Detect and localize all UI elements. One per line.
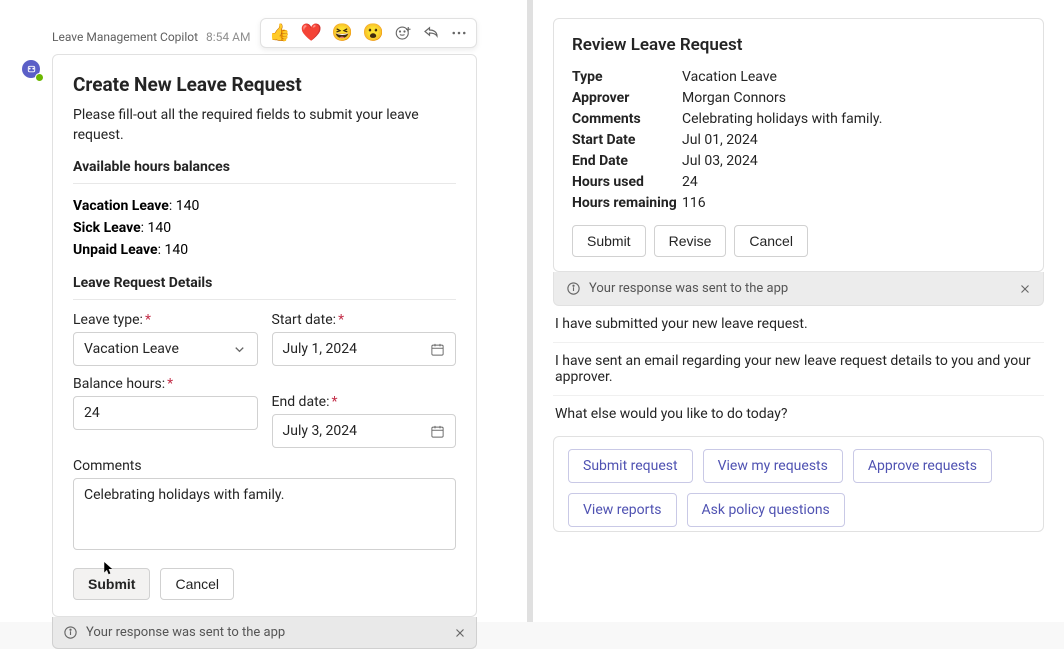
end-label: End Date xyxy=(572,153,682,169)
calendar-icon xyxy=(430,342,445,357)
info-icon xyxy=(566,281,581,296)
balance-hours-label: Balance hours:* xyxy=(73,376,258,392)
balances-list: Vacation Leave: 140 Sick Leave: 140 Unpa… xyxy=(73,196,456,261)
sender-name: Leave Management Copilot xyxy=(52,30,198,44)
review-status-bar: Your response was sent to the app xyxy=(553,272,1044,306)
end-value: Jul 03, 2024 xyxy=(682,153,1025,169)
approver-label: Approver xyxy=(572,90,682,106)
type-value: Vacation Leave xyxy=(682,69,1025,85)
comments-value-r: Celebrating holidays with family. xyxy=(682,111,1025,127)
heart-icon[interactable]: ❤️ xyxy=(300,23,321,43)
comments-label-r: Comments xyxy=(572,111,682,127)
chevron-down-icon xyxy=(232,342,247,357)
add-reaction-icon[interactable] xyxy=(394,24,412,42)
status-bar: Your response was sent to the app xyxy=(52,617,477,649)
used-value: 24 xyxy=(682,174,1025,190)
start-value: Jul 01, 2024 xyxy=(682,132,1025,148)
close-icon[interactable] xyxy=(1019,283,1031,295)
suggestion-submit-request[interactable]: Submit request xyxy=(568,449,693,483)
balances-header: Available hours balances xyxy=(73,159,456,175)
more-options-icon[interactable] xyxy=(450,24,468,42)
start-label: Start Date xyxy=(572,132,682,148)
bot-avatar xyxy=(22,60,40,78)
end-date-input[interactable]: July 3, 2024 xyxy=(272,414,457,448)
info-icon xyxy=(63,625,78,640)
status-text: Your response was sent to the app xyxy=(86,625,285,640)
review-leave-card: Review Leave Request Type Vacation Leave… xyxy=(553,18,1044,272)
cancel-button[interactable]: Cancel xyxy=(160,568,234,600)
card-title: Create New Leave Request xyxy=(73,73,456,96)
submit-button[interactable]: Submit xyxy=(73,568,150,600)
presence-indicator xyxy=(35,73,44,82)
review-submit-button[interactable]: Submit xyxy=(572,225,646,257)
suggestion-approve-requests[interactable]: Approve requests xyxy=(853,449,992,483)
chat-message: I have submitted your new leave request. xyxy=(553,306,1044,343)
end-date-label: End date:* xyxy=(272,394,457,410)
chat-message: I have sent an email regarding your new … xyxy=(553,343,1044,396)
close-icon[interactable] xyxy=(454,627,466,639)
start-date-label: Start date:* xyxy=(272,312,457,328)
remain-value: 116 xyxy=(682,195,1025,211)
leave-type-select[interactable]: Vacation Leave xyxy=(73,332,258,366)
review-revise-button[interactable]: Revise xyxy=(654,225,727,257)
create-leave-card: Create New Leave Request Please fill-out… xyxy=(52,54,477,617)
review-title: Review Leave Request xyxy=(572,35,1025,55)
reply-icon[interactable] xyxy=(422,24,440,42)
instruction-text: Please fill-out all the required fields … xyxy=(73,106,456,145)
remain-label: Hours remaining xyxy=(572,195,682,211)
surprised-icon[interactable]: 😮 xyxy=(363,23,384,43)
calendar-icon xyxy=(430,424,445,439)
suggestion-view-reports[interactable]: View reports xyxy=(568,493,677,527)
laugh-icon[interactable]: 😆 xyxy=(332,23,353,43)
details-header: Leave Request Details xyxy=(73,275,456,291)
thumbs-up-icon[interactable]: 👍 xyxy=(269,23,290,43)
comments-label: Comments xyxy=(73,458,456,474)
leave-type-label: Leave type:* xyxy=(73,312,258,328)
suggestion-ask-policy-questions[interactable]: Ask policy questions xyxy=(687,493,845,527)
timestamp: 8:54 AM xyxy=(206,30,250,44)
comments-textarea[interactable] xyxy=(73,478,456,550)
balance-hours-input[interactable] xyxy=(73,396,258,430)
review-status-text: Your response was sent to the app xyxy=(589,281,788,296)
review-cancel-button[interactable]: Cancel xyxy=(734,225,808,257)
start-date-input[interactable]: July 1, 2024 xyxy=(272,332,457,366)
approver-value: Morgan Connors xyxy=(682,90,1025,106)
suggestion-panel: Submit request View my requests Approve … xyxy=(553,436,1044,532)
type-label: Type xyxy=(572,69,682,85)
reaction-bar: 👍 ❤️ 😆 😮 xyxy=(260,18,477,48)
suggestion-view-my-requests[interactable]: View my requests xyxy=(703,449,843,483)
chat-message: What else would you like to do today? xyxy=(553,396,1044,436)
used-label: Hours used xyxy=(572,174,682,190)
